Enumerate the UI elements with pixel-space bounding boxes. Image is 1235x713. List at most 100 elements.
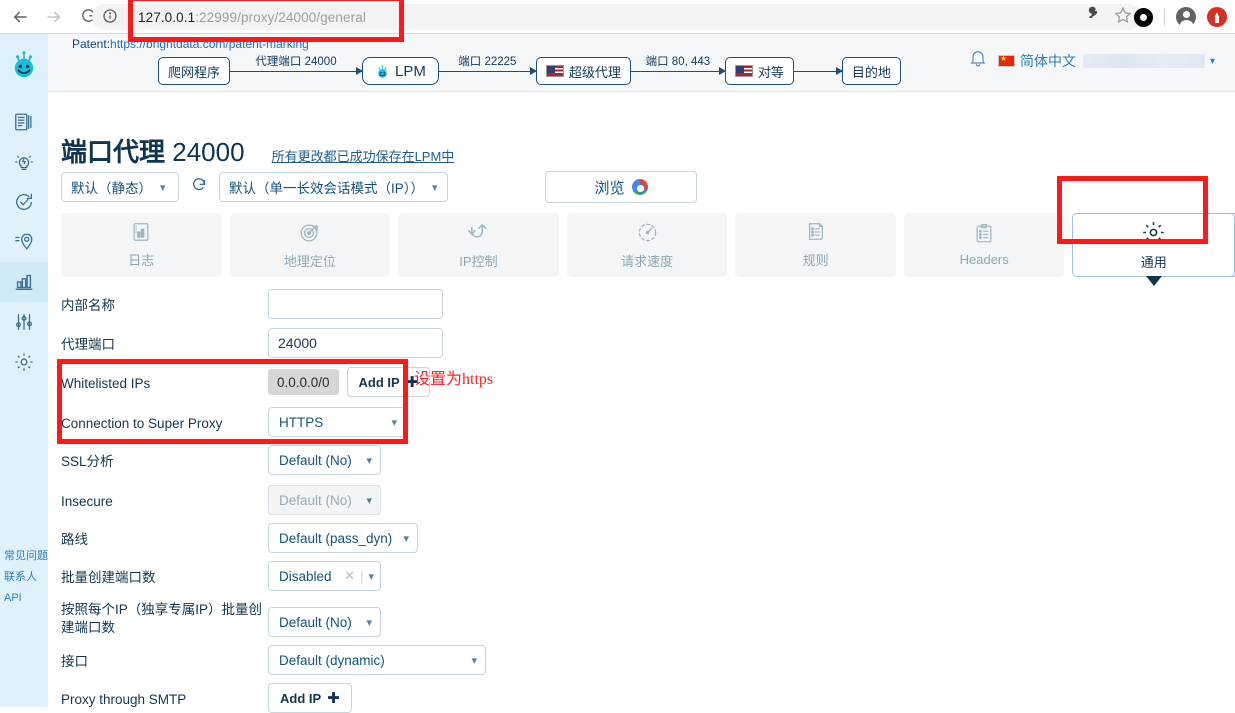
tab-headers[interactable]: Headers xyxy=(903,213,1065,277)
control-internal-name xyxy=(268,289,443,319)
smtp-add-ip-button[interactable]: Add IP ✚ xyxy=(268,683,352,713)
sidebar-icon-list xyxy=(0,102,48,382)
sidebar-links: 常见问题 联系人 API xyxy=(4,549,48,612)
chevron-down-icon: ▾ xyxy=(432,181,438,194)
smtp-add-ip-label: Add IP xyxy=(280,690,322,706)
sidebar-item-insights[interactable] xyxy=(0,142,48,182)
ssl-analysis-dropdown[interactable]: Default (No) ▾ xyxy=(268,445,381,475)
tab-rules-label: 规则 xyxy=(802,253,829,268)
flow-link-1: 代理端口 24000 xyxy=(230,52,364,75)
flow-node-destination: 目的地 xyxy=(841,57,901,85)
browse-button-label: 浏览 xyxy=(594,179,625,197)
brightdata-logo-icon[interactable] xyxy=(8,48,40,80)
forward-arrow-icon xyxy=(47,11,60,22)
whitelisted-ip-chip[interactable]: 0.0.0.0/0 xyxy=(268,369,339,395)
opera-ring-icon[interactable] xyxy=(1134,7,1153,27)
form-row-proxy-port: 代理端口 xyxy=(61,328,821,358)
label-whitelisted-ips: Whitelisted IPs xyxy=(61,376,151,391)
form-row-proxy-smtp: Proxy through SMTP Add IP ✚ xyxy=(61,683,821,713)
page-title-main: 端口代理 xyxy=(61,137,166,167)
tab-logs[interactable]: 日志 xyxy=(61,213,222,277)
sidebar-item-status[interactable] xyxy=(0,182,48,222)
saved-notice[interactable]: 所有更改都已成功保存在LPM中 xyxy=(272,146,455,165)
interface-value: Default (dynamic) xyxy=(279,652,385,668)
sidebar-link-api[interactable]: API xyxy=(4,591,48,607)
internal-name-input[interactable] xyxy=(268,289,443,319)
form-row-connection-super-proxy: Connection to Super Proxy HTTPS ▾ xyxy=(61,407,821,437)
tab-ip-control[interactable]: IP控制 xyxy=(398,213,559,277)
control-ssl-analysis: Default (No) ▾ xyxy=(268,445,381,475)
chevron-down-icon: ▾ xyxy=(1209,55,1215,67)
browse-button[interactable]: 浏览 xyxy=(545,171,697,203)
close-x-icon[interactable]: ✕ xyxy=(344,568,355,584)
omnibox-actions xyxy=(1085,4,1132,30)
flow-node-lpm-label: LPM xyxy=(395,62,426,80)
session-select-value: 默认（单一长效会话模式（IP）） xyxy=(229,181,425,196)
sidebar-item-preferences[interactable] xyxy=(0,342,48,382)
forward-button[interactable] xyxy=(40,3,68,31)
address-bar[interactable]: 127.0.0.1:22999/proxy/24000/general xyxy=(92,4,1142,30)
tab-rules[interactable]: 规则 xyxy=(735,213,896,277)
label-multiply: 批量创建端口数 xyxy=(61,570,156,585)
general-settings-form: 内部名称 代理端口 Whitelisted IPs 0.0.0.0/0 Add … xyxy=(61,289,821,713)
update-arrow-icon[interactable] xyxy=(1207,7,1227,27)
flow-node-destination-label: 目的地 xyxy=(851,64,891,80)
connection-super-proxy-dropdown[interactable]: HTTPS ▾ xyxy=(268,407,406,437)
left-sidebar: 常见问题 联系人 API xyxy=(0,34,48,707)
form-row-internal-name: 内部名称 xyxy=(61,289,821,319)
form-row-ssl-analysis: SSL分析 Default (No) ▾ xyxy=(61,445,821,475)
control-interface: Default (dynamic) ▾ xyxy=(268,645,486,676)
profile-avatar-icon[interactable] xyxy=(1176,7,1196,30)
page-title: 端口代理 24000 xyxy=(61,132,245,169)
bell-icon[interactable] xyxy=(968,48,988,74)
sidebar-item-statistics[interactable] xyxy=(0,262,48,302)
connection-super-proxy-value: HTTPS xyxy=(279,414,324,430)
page-content: 常见问题 联系人 API Patent:https://brightdata.c… xyxy=(0,34,1235,713)
control-proxy-port xyxy=(268,328,443,358)
sidebar-link-contact[interactable]: 联系人 xyxy=(4,570,48,586)
sidebar-link-faq[interactable]: 常见问题 xyxy=(4,549,48,565)
key-icon[interactable] xyxy=(1085,6,1102,28)
flow-link-4 xyxy=(793,66,843,75)
form-row-insecure: Insecure Default (No) ▾ xyxy=(61,485,821,515)
label-internal-name: 内部名称 xyxy=(61,298,115,313)
label-insecure: Insecure xyxy=(61,494,113,509)
lightbulb-icon xyxy=(15,155,33,170)
bar-chart-icon xyxy=(15,274,33,291)
sidebar-item-logs[interactable] xyxy=(0,102,48,142)
patent-link[interactable]: https://brightdata.com/patent-marking xyxy=(110,37,309,51)
tab-request-speed[interactable]: 请求速度 xyxy=(566,213,728,277)
us-flag-icon xyxy=(545,65,564,77)
site-info-icon[interactable] xyxy=(102,8,120,26)
proxy-port-input[interactable] xyxy=(268,328,443,358)
insecure-dropdown[interactable]: Default (No) ▾ xyxy=(268,485,381,515)
tab-geolocation[interactable]: 地理定位 xyxy=(229,213,391,277)
sidebar-item-location[interactable] xyxy=(0,222,48,262)
multiply-dropdown[interactable]: Disabled ✕ | ▾ xyxy=(268,561,381,591)
flow-diagram-band: Patent:https://brightdata.com/patent-mar… xyxy=(48,34,1235,92)
chevron-down-icon: ▾ xyxy=(366,494,372,507)
session-select[interactable]: 默认（单一长效会话模式（IP）） ▾ xyxy=(219,172,448,202)
separator: | xyxy=(360,568,364,584)
tab-logs-label: 日志 xyxy=(128,253,155,268)
zone-select[interactable]: 默认（静态） ▾ xyxy=(61,172,179,202)
back-button[interactable] xyxy=(6,3,34,31)
control-multiply: Disabled ✕ | ▾ xyxy=(268,561,381,591)
label-multiply-per-ip: 按照每个IP（独享专属IP）批量创建端口数 xyxy=(61,602,263,636)
sidebar-item-sliders[interactable] xyxy=(0,302,48,342)
multiply-per-ip-dropdown[interactable]: Default (No) ▾ xyxy=(268,607,381,637)
add-ip-button-label: Add IP xyxy=(358,374,400,390)
tab-general[interactable]: 通用 xyxy=(1072,213,1235,286)
star-icon[interactable] xyxy=(1114,6,1132,29)
interface-dropdown[interactable]: Default (dynamic) ▾ xyxy=(268,645,486,676)
main-panel: 端口代理 24000 所有更改都已成功保存在LPM中 默认（静态） ▾ 默认（单… xyxy=(48,92,1235,713)
route-value: Default (pass_dyn) xyxy=(279,530,393,546)
patent-notice: Patent:https://brightdata.com/patent-mar… xyxy=(72,37,309,51)
chevron-down-icon: ▾ xyxy=(366,454,372,467)
refresh-icon[interactable] xyxy=(188,177,210,198)
route-dropdown[interactable]: Default (pass_dyn) ▾ xyxy=(268,523,418,553)
flow-node-super-proxy: 超级代理 xyxy=(535,57,631,85)
control-proxy-smtp: Add IP ✚ xyxy=(268,683,352,713)
language-selector[interactable]: 简体中文 ▾ xyxy=(997,51,1215,71)
control-insecure: Default (No) ▾ xyxy=(268,485,381,515)
